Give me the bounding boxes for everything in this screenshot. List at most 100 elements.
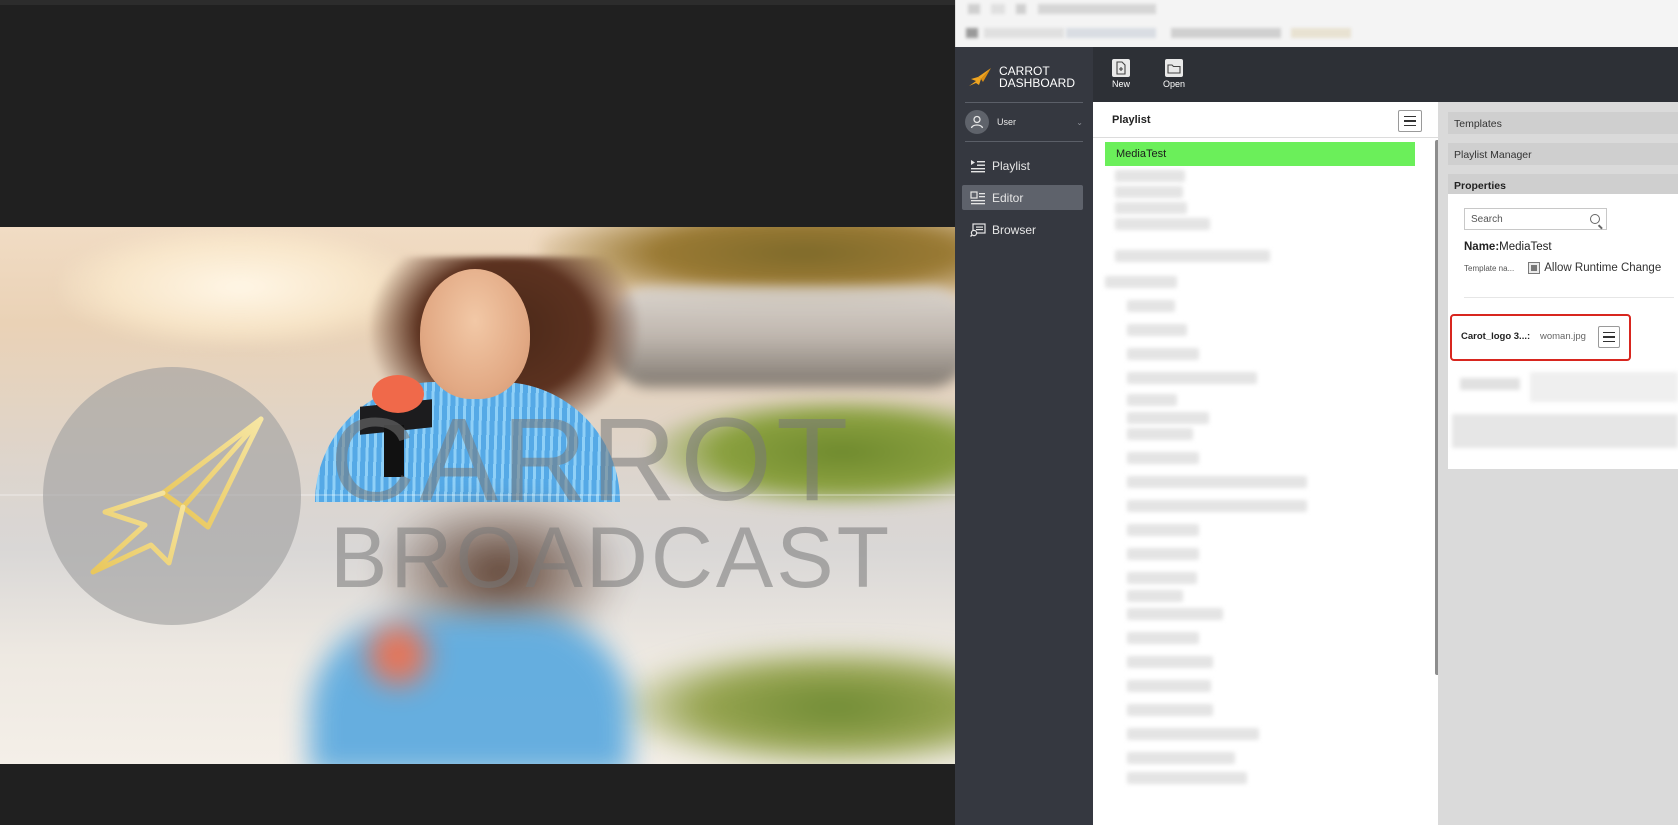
properties-section-header[interactable]: Properties [1448,174,1678,196]
open-button[interactable]: Open [1154,59,1194,95]
logo-text-broadcast: BROADCAST [330,510,893,606]
logo-circle [43,367,301,625]
playlist-title: Playlist [1112,114,1151,126]
template-field-row-highlighted[interactable]: Carot_logo 3...: woman.jpg [1450,314,1631,361]
list-item[interactable] [1127,704,1213,716]
chevron-down-icon: ⌄ [1076,117,1083,127]
redacted-block [1530,372,1678,402]
list-item[interactable] [1127,324,1187,336]
carrot-brand-icon [969,68,991,86]
playlist-panel: Playlist MediaTest [1093,102,1440,825]
list-item[interactable] [1127,772,1247,784]
sidebar-item-browser[interactable]: Browser [962,217,1083,242]
list-item[interactable] [1115,170,1185,182]
redacted-block [1016,4,1026,14]
right-panel: Templates Playlist Manager Properties Se… [1438,102,1678,825]
new-file-icon [1112,59,1130,77]
blurred-shirt [310,615,630,764]
list-item[interactable] [1127,452,1199,464]
preview-top-border [0,0,955,5]
name-label: Name: [1464,241,1500,253]
blurred-mic [368,625,428,685]
list-item[interactable] [1127,590,1183,602]
preview-face [420,269,530,399]
list-item[interactable] [1127,548,1199,560]
list-item[interactable] [1127,372,1257,384]
playlist-menu-button[interactable] [1398,110,1422,132]
list-item[interactable] [1127,300,1175,312]
list-item[interactable] [1115,218,1210,230]
list-item[interactable] [1127,394,1177,406]
list-item[interactable] [1115,186,1183,198]
hamburger-icon-bar [1404,124,1416,127]
browser-top-bar [955,0,1678,47]
list-item[interactable] [1105,276,1177,288]
hamburger-icon-bar [1603,340,1615,343]
hamburger-icon-bar [1603,336,1615,338]
redacted-block [1038,4,1156,14]
list-item[interactable] [1127,752,1235,764]
playlist-icon [971,159,985,172]
list-item[interactable] [1127,572,1197,584]
hamburger-icon-bar [1404,115,1416,118]
list-item[interactable] [1127,428,1193,440]
properties-search-input[interactable]: Search [1464,208,1607,230]
redacted-block [1452,414,1678,448]
allow-runtime-label: Allow Runtime Change [1544,262,1662,274]
sidebar-item-editor[interactable]: Editor [962,185,1083,210]
playlist-header: Playlist [1093,102,1438,138]
hamburger-icon-bar [1404,120,1416,122]
name-value: MediaTest [1499,241,1552,253]
brand-name: CARROT DASHBOARD [999,64,1076,90]
user-name: User [997,117,1017,127]
search-placeholder: Search [1471,214,1503,225]
list-item[interactable] [1127,680,1211,692]
playlist-item-selected[interactable]: MediaTest [1105,142,1415,166]
user-avatar-icon [965,110,989,134]
preview-sunlight [60,227,420,347]
list-item[interactable] [1127,476,1307,488]
list-item[interactable] [1127,524,1199,536]
field-value[interactable]: woman.jpg [1540,331,1586,342]
list-item[interactable] [1127,656,1213,668]
redacted-block [1460,378,1520,390]
new-label: New [1111,79,1130,89]
list-item[interactable] [1127,500,1307,512]
field-name: Carot_logo 3...: [1461,331,1531,342]
open-folder-icon [1165,59,1183,77]
carrot-logo-icon [90,416,264,575]
list-item[interactable] [1127,348,1199,360]
list-item[interactable] [1115,202,1187,214]
playlist-manager-section-header[interactable]: Playlist Manager [1448,143,1678,165]
redacted-block [1066,28,1156,38]
sidebar-divider [965,141,1083,142]
properties-divider [1464,297,1674,298]
sidebar-item-label: Editor [992,190,1024,205]
browser-icon [970,222,986,237]
list-item[interactable] [1115,250,1270,262]
list-item[interactable] [1127,412,1209,424]
new-button[interactable]: New [1101,59,1141,95]
hamburger-icon-bar [1603,331,1615,334]
user-menu[interactable]: User ⌄ [965,107,1083,137]
template-row: Template na... Allow Runtime Change [1464,260,1678,276]
list-item[interactable] [1127,632,1199,644]
allow-runtime-checkbox[interactable] [1528,262,1541,274]
redacted-block [1291,28,1351,38]
sidebar-divider [965,102,1083,103]
name-row: Name:MediaTest [1464,241,1552,253]
field-menu-button[interactable] [1598,326,1620,348]
top-toolbar: New Open [1093,47,1678,102]
sidebar-item-label: Playlist [992,158,1031,173]
list-item[interactable] [1127,728,1259,740]
templates-section-header[interactable]: Templates [1448,112,1678,134]
list-item[interactable] [1127,608,1223,620]
preview-area: CARROT BROADCAST [0,0,955,825]
redacted-block [1171,28,1281,38]
brand[interactable]: CARROT DASHBOARD [967,57,1079,97]
app-root: CARROT BROADCAST CARROT DASHBOARD User ⌄… [0,0,1678,825]
logo-text-carrot: CARROT [330,394,853,526]
preview-cars [610,287,955,387]
redacted-block [966,28,978,38]
sidebar-item-playlist[interactable]: Playlist [962,153,1083,178]
